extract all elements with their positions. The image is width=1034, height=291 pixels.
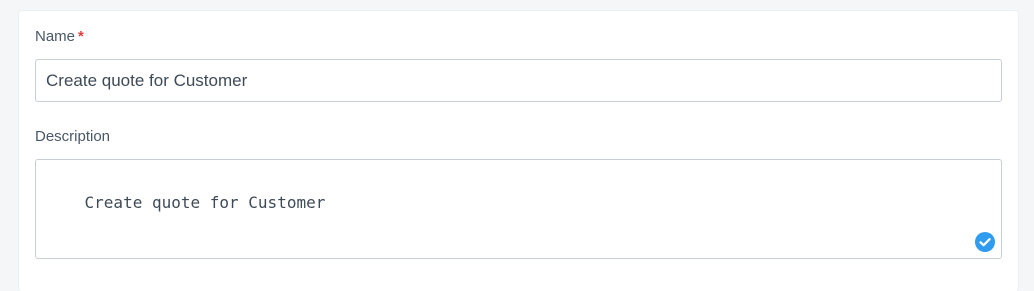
form-card: Name * Create quote for Customer Descript… <box>19 11 1018 291</box>
description-textarea[interactable]: Create quote for Customer <box>35 159 1002 259</box>
name-label-text: Name <box>35 28 76 45</box>
required-marker: * <box>78 28 84 45</box>
description-text: Create quote for Customer <box>84 193 326 212</box>
name-label: Name * <box>35 28 84 46</box>
name-input[interactable]: Create quote for Customer <box>35 59 1002 102</box>
check-circle-icon <box>975 232 995 252</box>
description-label: Description <box>35 128 111 145</box>
